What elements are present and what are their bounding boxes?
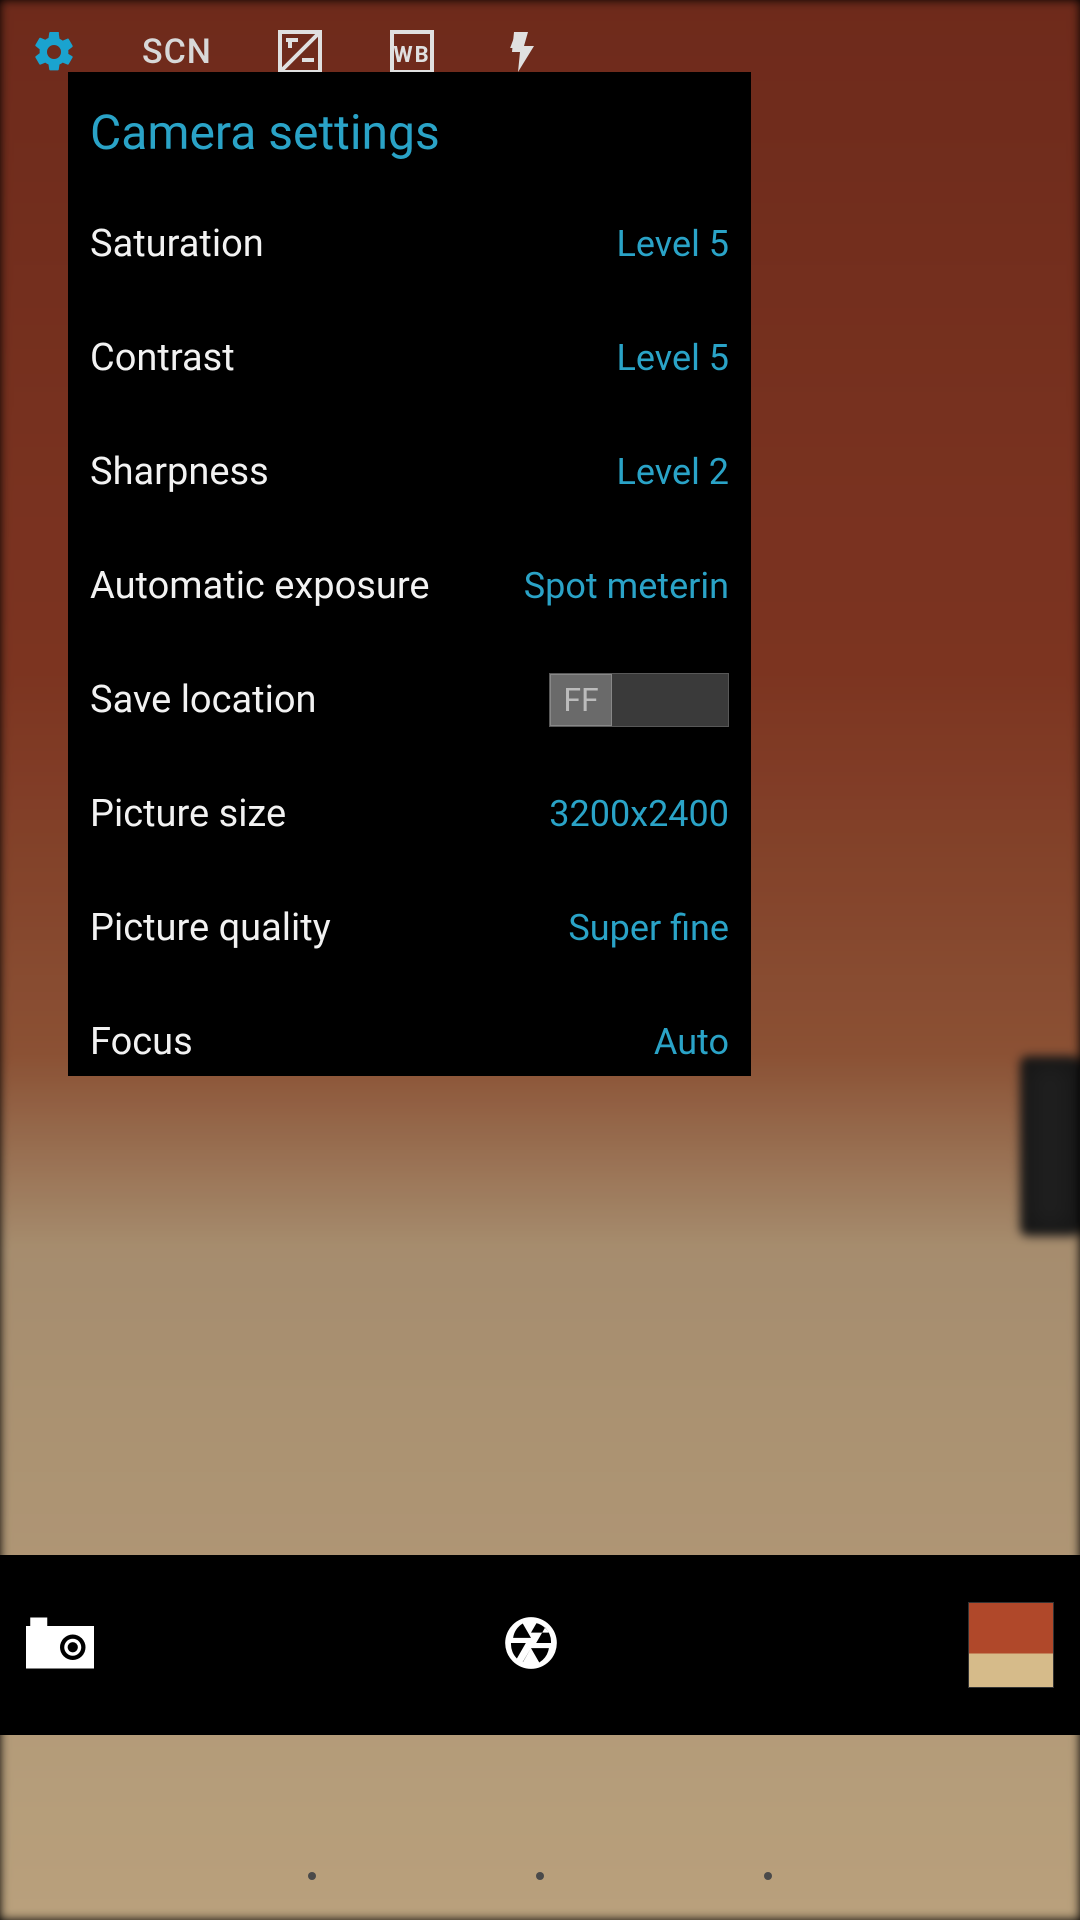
setting-contrast[interactable]: Contrast Level 5 (90, 301, 729, 415)
scene-mode-button[interactable]: SCN (142, 32, 212, 72)
setting-label: Save location (90, 678, 317, 722)
bottom-control-bar (0, 1555, 1080, 1735)
setting-value: Super fine (568, 907, 729, 949)
svg-text:WB: WB (393, 43, 430, 68)
svg-text:A: A (510, 29, 525, 53)
save-location-toggle[interactable]: FF (549, 673, 729, 727)
setting-value: Level 2 (617, 451, 729, 493)
flash-icon[interactable]: A (500, 28, 548, 76)
setting-label: Picture size (90, 792, 286, 836)
setting-value: Auto (654, 1021, 729, 1063)
setting-label: Sharpness (90, 450, 269, 494)
setting-label: Focus (90, 1020, 193, 1064)
setting-label: Picture quality (90, 906, 331, 950)
dot-icon (764, 1872, 772, 1880)
setting-label: Saturation (90, 222, 264, 266)
setting-value: 3200x2400 (549, 793, 729, 835)
setting-value: Spot meterin (524, 565, 729, 607)
top-toolbar: SCN WB A (30, 28, 548, 76)
setting-focus[interactable]: Focus Auto (90, 985, 729, 1076)
setting-automatic-exposure[interactable]: Automatic exposure Spot meterin (90, 529, 729, 643)
setting-label: Automatic exposure (90, 564, 430, 608)
gallery-thumbnail[interactable] (968, 1602, 1054, 1688)
dot-icon (536, 1872, 544, 1880)
setting-picture-quality[interactable]: Picture quality Super fine (90, 871, 729, 985)
setting-label: Contrast (90, 336, 235, 380)
camera-settings-dialog: Camera settings Saturation Level 5 Contr… (68, 72, 751, 1076)
setting-save-location[interactable]: Save location FF (90, 643, 729, 757)
white-balance-icon[interactable]: WB (388, 28, 436, 76)
setting-saturation[interactable]: Saturation Level 5 (90, 187, 729, 301)
settings-icon[interactable] (30, 28, 78, 76)
setting-value: Level 5 (617, 223, 729, 265)
camera-mode-icon[interactable] (26, 1617, 94, 1673)
shutter-button[interactable] (500, 1612, 562, 1678)
exposure-icon[interactable] (276, 28, 324, 76)
setting-picture-size[interactable]: Picture size 3200x2400 (90, 757, 729, 871)
dot-icon (308, 1872, 316, 1880)
page-indicator (0, 1872, 1080, 1880)
toggle-knob: FF (550, 674, 612, 726)
dialog-title: Camera settings (90, 94, 729, 187)
setting-value: Level 5 (617, 337, 729, 379)
setting-sharpness[interactable]: Sharpness Level 2 (90, 415, 729, 529)
